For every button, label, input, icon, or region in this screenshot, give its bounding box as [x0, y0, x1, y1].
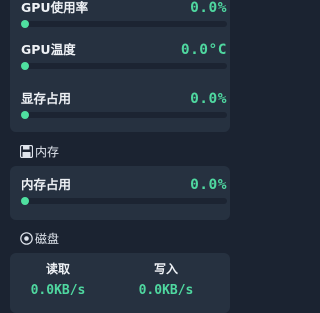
vram-usage-metric: 显存占用 0.0% [21, 91, 227, 121]
disk-read-value: 0.0KB/s [30, 283, 86, 298]
memory-usage-label: 内存占用 [21, 177, 72, 192]
memory-section-label: 内存 [35, 145, 60, 159]
gpu-temp-label: GPU温度 [21, 42, 76, 57]
disk-write-label: 写入 [153, 262, 178, 276]
gpu-card: GPU使用率 0.0% GPU温度 0.0°C 显存占用 0.0% [10, 0, 230, 132]
disk-read: 读取 0.0KB/s [18, 262, 98, 299]
vram-usage-value: 0.0% [190, 91, 227, 107]
vram-usage-bar [21, 111, 227, 119]
disk-section-title: 磁盘 [20, 232, 59, 246]
gpu-usage-bar [21, 20, 227, 28]
gpu-usage-metric: GPU使用率 0.0% [21, 0, 227, 30]
disk-write-value: 0.0KB/s [138, 283, 194, 298]
gpu-temp-metric: GPU温度 0.0°C [21, 42, 227, 72]
memory-card: 内存占用 0.0% [10, 166, 230, 220]
gpu-usage-value: 0.0% [190, 0, 227, 16]
disk-card: 读取 0.0KB/s 写入 0.0KB/s [10, 253, 230, 313]
floppy-disk-icon [19, 144, 34, 159]
gpu-usage-label: GPU使用率 [21, 0, 89, 15]
vram-usage-bar-knob [21, 111, 29, 119]
gpu-temp-value: 0.0°C [180, 42, 227, 58]
memory-usage-bar-knob [21, 197, 29, 205]
gpu-usage-bar-knob [21, 20, 29, 28]
memory-usage-value: 0.0% [190, 177, 227, 193]
memory-usage-bar [21, 197, 227, 205]
disk-circle-icon [20, 232, 33, 245]
memory-usage-metric: 内存占用 0.0% [21, 177, 227, 207]
gpu-temp-bar-knob [21, 62, 29, 70]
gpu-temp-bar [21, 62, 227, 70]
disk-write: 写入 0.0KB/s [126, 262, 206, 299]
vram-usage-label: 显存占用 [21, 91, 72, 106]
disk-read-label: 读取 [45, 262, 70, 276]
disk-section-label: 磁盘 [35, 232, 60, 246]
memory-section-title: 内存 [19, 144, 60, 159]
